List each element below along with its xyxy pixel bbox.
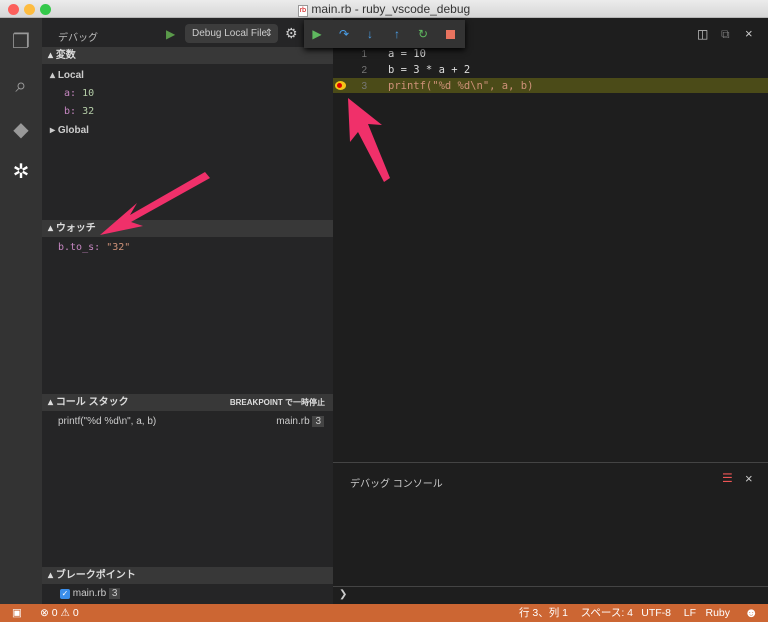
indentation[interactable]: スペース: 4 xyxy=(581,604,633,622)
arrow-to-watch xyxy=(100,172,210,235)
debug-status-icon[interactable]: ▣ xyxy=(12,604,22,622)
encoding[interactable]: UTF-8 xyxy=(641,604,671,622)
cursor-position[interactable]: 行 3、列 1 xyxy=(519,604,568,622)
status-bar: ▣ ⊗ 0 ⚠ 0 行 3、列 1 スペース: 4 UTF-8 LF Ruby … xyxy=(0,604,768,622)
line-ending[interactable]: LF xyxy=(684,604,696,622)
feedback-smiley-icon[interactable]: ☻ xyxy=(744,604,758,622)
problems-indicator[interactable]: ⊗ 0 ⚠ 0 xyxy=(40,604,79,622)
language-mode[interactable]: Ruby xyxy=(705,604,730,622)
annotation-arrows xyxy=(100,98,390,235)
arrow-to-breakpoint xyxy=(348,98,390,182)
